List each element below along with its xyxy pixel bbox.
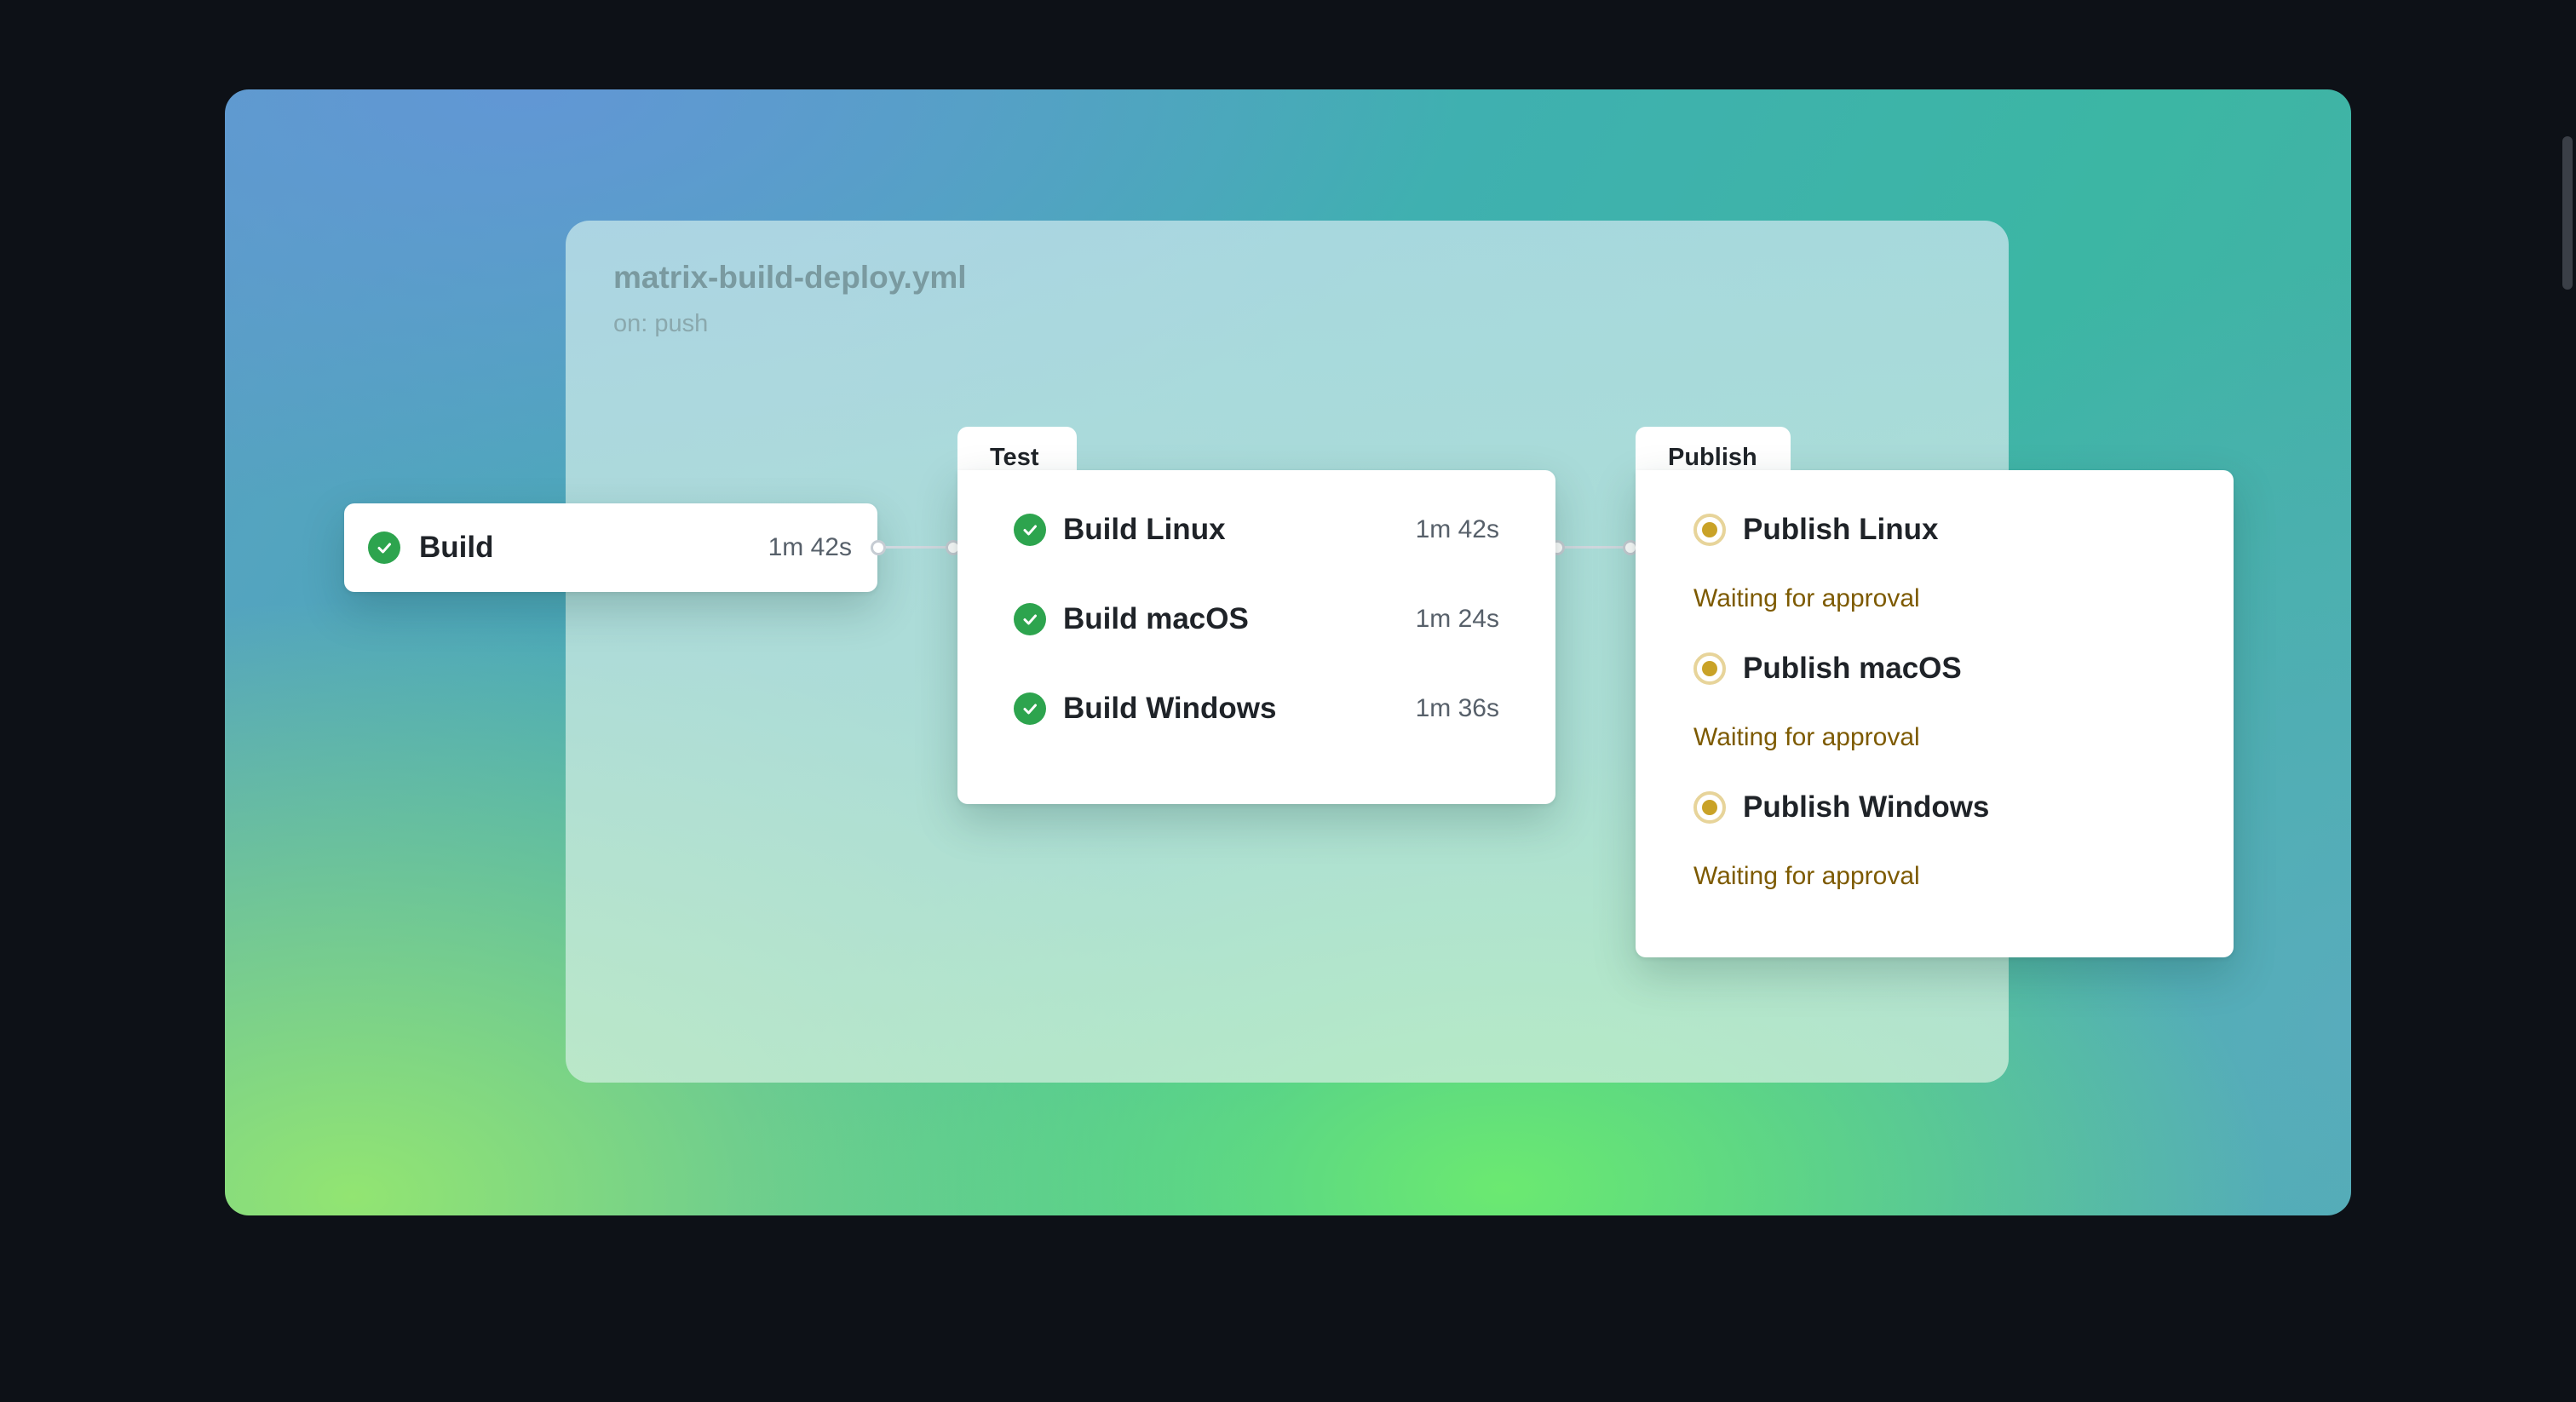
hero-illustration: matrix-build-deploy.yml on: push Build 1… xyxy=(225,89,2351,1215)
connector-node xyxy=(871,540,886,555)
publish-job-row[interactable]: Publish Linux xyxy=(1636,504,2234,555)
publish-job-status: Waiting for approval xyxy=(1693,862,1920,890)
publish-job-row[interactable]: Publish Windows xyxy=(1636,782,2234,833)
test-job-row[interactable]: Build Windows 1m 36s xyxy=(957,683,1555,734)
build-job-card[interactable]: Build 1m 42s xyxy=(344,503,877,592)
publish-job-name: Publish macOS xyxy=(1743,652,1962,685)
test-job-duration: 1m 42s xyxy=(1415,515,1499,543)
publish-job-status: Waiting for approval xyxy=(1693,723,1920,751)
build-job-duration: 1m 42s xyxy=(768,533,852,561)
check-circle-icon xyxy=(1014,514,1046,546)
workflow-file-name: matrix-build-deploy.yml xyxy=(613,260,967,295)
check-circle-icon xyxy=(1014,692,1046,725)
page-scrollbar[interactable] xyxy=(2562,136,2573,290)
publish-job-name: Publish Linux xyxy=(1743,513,1939,546)
check-circle-icon xyxy=(368,531,400,564)
test-group-tab: Test xyxy=(957,427,1077,474)
test-job-duration: 1m 36s xyxy=(1415,694,1499,722)
publish-group-tab: Publish xyxy=(1636,427,1791,474)
test-job-name: Build macOS xyxy=(1063,602,1249,635)
check-circle-icon xyxy=(1014,603,1046,635)
test-job-name: Build Linux xyxy=(1063,513,1226,546)
pending-circle-icon xyxy=(1693,791,1726,824)
connector-test-to-publish xyxy=(1556,546,1630,549)
publish-group-card: Publish Linux Waiting for approval Publi… xyxy=(1636,470,2234,957)
build-job-name: Build xyxy=(419,531,494,564)
publish-job-name: Publish Windows xyxy=(1743,790,1990,824)
test-job-row[interactable]: Build macOS 1m 24s xyxy=(957,594,1555,645)
pending-circle-icon xyxy=(1693,652,1726,685)
publish-group-label: Publish xyxy=(1668,444,1757,471)
test-job-name: Build Windows xyxy=(1063,692,1277,725)
publish-job-status: Waiting for approval xyxy=(1693,584,1920,612)
workflow-trigger: on: push xyxy=(613,310,709,337)
publish-job-row[interactable]: Publish macOS xyxy=(1636,643,2234,694)
connector-build-to-test xyxy=(881,546,952,549)
test-group-label: Test xyxy=(990,444,1039,471)
test-group-card: Build Linux 1m 42s Build macOS 1m 24s Bu… xyxy=(957,470,1555,804)
test-job-row[interactable]: Build Linux 1m 42s xyxy=(957,504,1555,555)
test-job-duration: 1m 24s xyxy=(1415,605,1499,633)
pending-circle-icon xyxy=(1693,514,1726,546)
